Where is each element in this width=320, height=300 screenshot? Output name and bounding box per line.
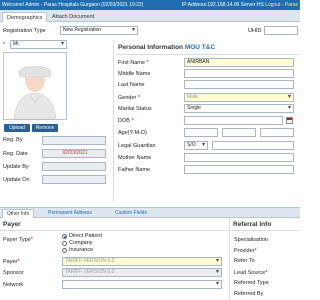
lead-source-label: Lead Source* (234, 270, 268, 276)
update-on-label: Update On (3, 177, 30, 183)
middle-name-input[interactable] (184, 69, 294, 78)
marital-status-label: Marital Status (118, 106, 152, 112)
sponsor-label: Sponsor (3, 270, 24, 276)
network-select[interactable] (62, 280, 222, 289)
reg-date-field: 02/03/2021 (42, 149, 106, 158)
tab-demographics[interactable]: Demographics (2, 12, 48, 22)
tab-attach-document[interactable]: Attach Document (48, 12, 98, 22)
app-title-bar: Welcome! Admin - Paras Hospitals Gurgaon… (0, 0, 300, 10)
reg-by-label: Reg. By (3, 137, 23, 143)
required-marker: * (3, 42, 6, 48)
calendar-icon[interactable] (286, 117, 293, 124)
logout-link[interactable]: Logout - Paras (265, 2, 298, 8)
registration-type-select[interactable]: New Registration (60, 26, 138, 35)
registration-type-label: Registration Type (3, 28, 46, 34)
referred-type-label: Referred Type (234, 280, 269, 286)
welcome-text: Welcome! Admin - Paras Hospitals Gurgaon… (2, 2, 144, 8)
gender-label: Gender * (118, 95, 141, 101)
payer-heading: Payer (3, 221, 21, 228)
personal-info-heading: Personal Information MOU T&C (118, 44, 216, 51)
upload-button[interactable]: Upload (4, 124, 30, 132)
age-label: Age(Y-M-D) (118, 130, 147, 136)
provider-label: Provider* (234, 248, 257, 254)
payer-label: Payer* (3, 259, 20, 265)
gender-select[interactable]: Male (184, 93, 294, 102)
father-name-input[interactable] (184, 165, 294, 174)
mother-name-label: Mother Name (118, 155, 152, 161)
last-name-input[interactable] (184, 80, 294, 89)
dob-input[interactable] (184, 116, 283, 125)
first-name-label: First Name * (118, 60, 149, 66)
update-by-label: Update By (3, 164, 29, 170)
radio-insurance[interactable] (62, 248, 67, 253)
column-divider (113, 40, 114, 202)
legal-guardian-label: Legal Guardian (118, 143, 156, 149)
update-on-field (42, 175, 106, 184)
payer-select[interactable]: TARIFF VERSION 9.0 (62, 257, 222, 266)
age-months-input[interactable] (222, 128, 256, 137)
payer-type-label: Payer Type* (3, 237, 33, 243)
radio-direct-patient[interactable] (62, 234, 67, 239)
referral-heading: Referral Info (233, 221, 272, 228)
reg-by-field (42, 136, 106, 145)
mother-name-input[interactable] (184, 153, 294, 162)
secondary-tabs: Other Info Permanent Address Custom Fiel… (0, 207, 300, 218)
avatar-placeholder-icon (4, 53, 66, 120)
specialisation-label: Specialisation (234, 237, 268, 243)
title-select[interactable]: Mr. (10, 40, 67, 49)
section-rule (116, 54, 300, 55)
uhid-field[interactable] (264, 26, 298, 35)
remove-button[interactable]: Remove (32, 124, 58, 132)
tab-other-info[interactable]: Other Info (2, 209, 35, 218)
father-name-label: Father Name (118, 167, 151, 173)
patient-photo (3, 52, 67, 120)
sponsor-select[interactable]: TARIFF VERSION 9.0 (62, 268, 222, 277)
tab-permanent-address[interactable]: Permanent Address (44, 209, 96, 218)
mou-tc-link[interactable]: MOU T&C (185, 44, 215, 51)
referral-rule (230, 230, 300, 231)
topbar-right: IP Address:192.168.14.06 Server:HS Logou… (181, 2, 298, 8)
guardian-relation-select[interactable]: S/O (184, 141, 208, 150)
uhid-label: UHID (248, 28, 262, 34)
reg-date-label: Reg. Date (3, 151, 28, 157)
referred-by-label: Referred By (234, 291, 264, 297)
main-tabs: Demographics Attach Document (0, 10, 300, 22)
legal-guardian-input[interactable] (212, 141, 294, 150)
payer-rule (0, 230, 228, 231)
last-name-label: Last Name (118, 82, 145, 88)
radio-company[interactable] (62, 241, 67, 246)
tab-custom-fields[interactable]: Custom Fields (111, 209, 151, 218)
first-name-input[interactable]: ANIRBAN (184, 58, 294, 67)
age-years-input[interactable] (184, 128, 218, 137)
middle-name-label: Middle Name (118, 71, 151, 77)
update-by-field (42, 162, 106, 171)
dob-label: DOB * (118, 118, 134, 124)
age-days-input[interactable] (260, 128, 294, 137)
insurance-label: Insurance (69, 247, 94, 253)
refer-to-label: Refer To (234, 258, 255, 264)
network-label: Network (3, 282, 24, 288)
marital-status-select[interactable]: Single (184, 104, 294, 113)
